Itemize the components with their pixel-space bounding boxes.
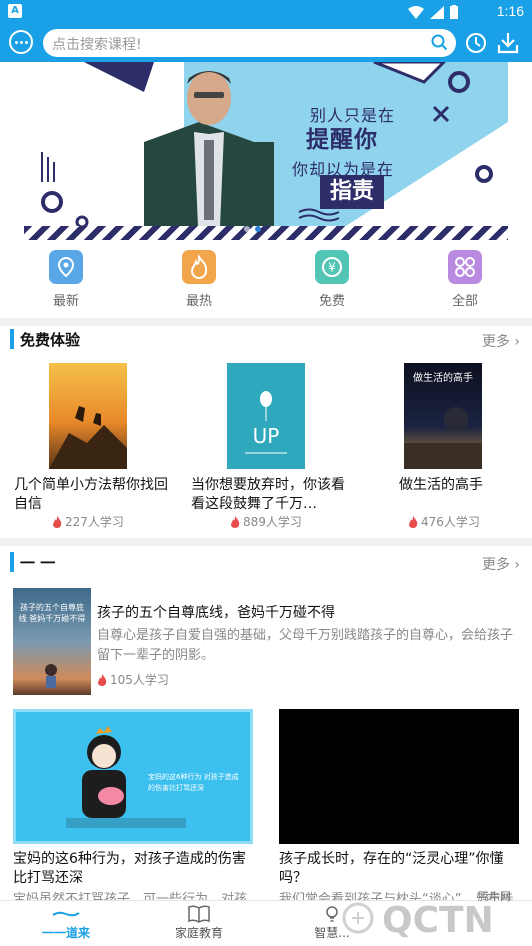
more-label: 更多: [481, 334, 510, 350]
bulb-icon: [326, 906, 338, 922]
wifi-icon: [408, 5, 424, 19]
course-title: 几个简单小方法帮你找回自信: [14, 477, 168, 512]
banner-text-line2: 提醒你: [306, 127, 378, 153]
tab-yiyidaolai[interactable]: 一一道来: [11, 901, 121, 946]
course-cover: UP: [227, 363, 305, 469]
download-icon[interactable]: [497, 31, 519, 55]
category-label: 最热: [185, 294, 212, 309]
search-header: 点击搜索课程!: [0, 24, 532, 62]
learner-count: 227人学习: [52, 513, 124, 530]
app-notification-icon: A: [8, 4, 22, 18]
category-label: 免费: [318, 294, 345, 309]
category-free[interactable]: ¥ 免费: [302, 250, 362, 309]
section-accent-bar: [10, 329, 14, 349]
video-thumb: [279, 709, 519, 844]
banner-carousel[interactable]: 别人只是在 提醒你 你却以为是在 指责: [24, 62, 508, 240]
tab-label: 家庭教育: [174, 926, 223, 940]
more-label: 更多: [481, 557, 510, 573]
video-title: 宝妈的这6种行为，对孩子造成的伤害比打骂还深: [13, 851, 246, 886]
battery-icon: [450, 5, 458, 19]
book-icon: [188, 905, 210, 923]
learner-count-text: 227人学习: [65, 515, 124, 529]
course-title: 当你想要放弃时，你该看看这段鼓舞了千万…: [191, 477, 345, 512]
learner-count: 476人学习: [408, 513, 480, 530]
course-cover: 做生活的高手: [404, 363, 482, 469]
cover-text: 做生活的高手: [413, 371, 473, 384]
list-thumb: 孩子的五个自尊底线 爸妈千万碰不得: [13, 588, 91, 695]
tab-label: 智慧...: [314, 926, 350, 940]
fire-icon: [53, 515, 62, 528]
carousel-dot: [244, 226, 250, 232]
list-item[interactable]: 孩子的五个自尊底线 爸妈千万碰不得 孩子的五个自尊底线，爸妈千万碰不得 自尊心是…: [0, 588, 532, 698]
wave-icon: [52, 911, 80, 917]
thumb-text: 孩子的五个自尊底线 爸妈千万碰不得: [18, 603, 86, 623]
tab-wisdom[interactable]: 智慧...: [277, 901, 387, 946]
video-card[interactable]: 宝妈的这6种行为 对孩子造成的伤害比打骂还深 宝妈的这6种行为，对孩子造成的伤害…: [13, 709, 253, 907]
chevron-right-icon: ›: [514, 334, 520, 350]
tab-label: 一一道来: [41, 926, 90, 940]
more-link-second[interactable]: 更多 ›: [482, 554, 520, 574]
thumb-text: 宝妈的这6种行为 对孩子造成的伤害比打骂还深: [148, 773, 239, 792]
category-row: 最新 最热 ¥ 免费 全部: [0, 250, 532, 314]
section-divider: [0, 538, 532, 546]
fire-icon: [409, 515, 418, 528]
banner-background: [36, 62, 508, 240]
carousel-indicator: [244, 226, 261, 232]
more-link-free[interactable]: 更多 ›: [482, 331, 520, 351]
fire-icon: [231, 515, 240, 528]
section-title-text: 一 一: [20, 553, 56, 572]
yen-icon: ¥: [315, 250, 349, 284]
video-card[interactable]: 孩子成长时，存在的“泛灵心理”你懂吗？ 我们常会看到孩子与枕头“谈心”，与布娃: [279, 709, 519, 907]
svg-text:¥: ¥: [328, 261, 336, 275]
course-cover: [49, 363, 127, 469]
signal-icon: [430, 5, 444, 19]
section-title-second: 一 一: [10, 551, 55, 573]
fire-icon: [98, 673, 107, 686]
clock: 1:16: [496, 3, 524, 19]
search-placeholder: 点击搜索课程!: [52, 37, 142, 53]
course-title: 做生活的高手: [399, 477, 483, 493]
chevron-right-icon: ›: [514, 557, 520, 573]
category-newest[interactable]: 最新: [36, 250, 96, 309]
list-item-title: 孩子的五个自尊底线，爸妈千万碰不得: [97, 605, 335, 621]
video-title: 孩子成长时，存在的“泛灵心理”你懂吗？: [279, 851, 504, 886]
carousel-dot-active: [255, 226, 261, 232]
section-title-free: 免费体验: [10, 328, 80, 350]
video-thumb: 宝妈的这6种行为 对孩子造成的伤害比打骂还深: [13, 709, 253, 844]
category-all[interactable]: 全部: [435, 250, 495, 309]
learner-count-text: 889人学习: [243, 515, 302, 529]
banner-text-line4: 指责: [320, 175, 384, 209]
menu-button[interactable]: [9, 30, 33, 54]
tab-family-education[interactable]: 家庭教育: [144, 901, 254, 946]
banner-stripe: [24, 226, 508, 240]
search-icon[interactable]: [431, 34, 448, 51]
location-icon: [49, 250, 83, 284]
category-label: 最新: [52, 294, 79, 309]
history-icon[interactable]: [465, 32, 487, 54]
learner-count-text: 476人学习: [421, 515, 480, 529]
section-title-text: 免费体验: [20, 330, 81, 349]
section-divider: [0, 318, 532, 326]
learner-count: 889人学习: [230, 513, 302, 530]
system-icons: [408, 5, 458, 19]
grid-icon: [448, 250, 482, 284]
cover-text: UP: [253, 424, 280, 448]
list-item-desc: 自尊心是孩子自爱自强的基础，父母千万别践踏孩子的自尊心，会给孩子留下一辈子的阴影…: [97, 628, 514, 663]
status-bar: A 1:16: [0, 0, 532, 24]
section-accent-bar: [10, 552, 14, 572]
learner-count-text: 105人学习: [110, 673, 169, 687]
learner-count: 105人学习: [97, 671, 169, 688]
category-label: 全部: [451, 294, 478, 309]
flame-icon: [182, 250, 216, 284]
search-input[interactable]: 点击搜索课程!: [43, 29, 456, 57]
bottom-navigation: 一一道来 家庭教育 智慧...: [0, 900, 532, 946]
category-hottest[interactable]: 最热: [169, 250, 229, 309]
